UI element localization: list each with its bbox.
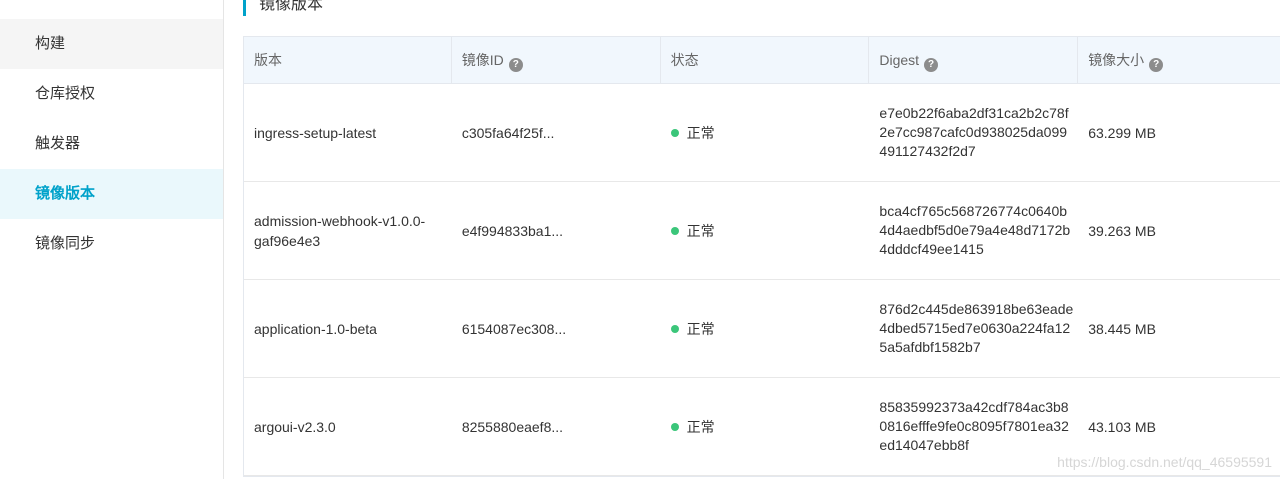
cell-version: ingress-setup-latest [254, 124, 377, 141]
table-row: application-1.0-beta 6154087ec308... 正常 … [244, 280, 1280, 378]
cell-size: 38.445 MB [1088, 320, 1156, 337]
table-row: admission-webhook-v1.0.0-gaf96e4e3 e4f99… [244, 182, 1280, 280]
cell-status: 正常 [661, 280, 870, 377]
status-ok-icon [670, 128, 679, 137]
sidebar: 构建 仓库授权 触发器 镜像版本 镜像同步 [0, 0, 224, 479]
column-header-status: 状态 [661, 37, 870, 83]
cell-image-id: 8255880eaef8... [461, 418, 564, 435]
sidebar-item-label: 镜像版本 [35, 185, 96, 202]
cell-version: admission-webhook-v1.0.0-gaf96e4e3 [254, 212, 426, 249]
sidebar-item-label: 镜像同步 [35, 235, 96, 252]
help-icon[interactable]: ? [924, 58, 939, 72]
cell-size: 39.263 MB [1088, 222, 1156, 239]
status-ok-icon [670, 422, 679, 431]
sidebar-item-image-versions[interactable]: 镜像版本 [0, 169, 223, 219]
help-icon[interactable]: ? [1149, 58, 1164, 72]
cell-digest: 876d2c445de863918be63eade4dbed5715ed7e06… [879, 301, 1074, 355]
column-header-image-id: 镜像ID? [452, 37, 661, 83]
cell-status: 正常 [661, 84, 870, 181]
watermark-text: https://blog.csdn.net/qq_46595591 [1057, 454, 1272, 470]
sidebar-item-label: 仓库授权 [35, 85, 96, 102]
table-header: 版本 镜像ID? 状态 Digest? 镜像大小? [244, 37, 1280, 84]
cell-image-id: e4f994833ba1... [461, 222, 564, 239]
cell-version: application-1.0-beta [254, 320, 377, 337]
column-header-size: 镜像大小? [1078, 37, 1280, 83]
cell-status: 正常 [661, 182, 870, 279]
cell-digest: bca4cf765c568726774c0640b4d4aedbf5d0e79a… [879, 203, 1071, 257]
sidebar-item-triggers[interactable]: 触发器 [0, 119, 223, 169]
cell-status: 正常 [661, 378, 870, 475]
help-icon[interactable]: ? [508, 58, 523, 72]
sidebar-item-label: 构建 [35, 35, 66, 52]
main-content: 镜像版本 版本 镜像ID? 状态 Digest? 镜像大小? ingress-s… [224, 0, 1280, 479]
column-header-digest: Digest? [869, 37, 1079, 83]
cell-digest: e7e0b22f6aba2df31ca2b2c78f2e7cc987cafc0d… [879, 105, 1069, 159]
image-versions-table: 版本 镜像ID? 状态 Digest? 镜像大小? ingress-setup-… [243, 36, 1280, 477]
sidebar-item-repo-auth[interactable]: 仓库授权 [0, 69, 223, 119]
sidebar-item-build[interactable]: 构建 [0, 19, 223, 69]
status-ok-icon [670, 226, 679, 235]
table-row: ingress-setup-latest c305fa64f25f... 正常 … [244, 84, 1280, 182]
column-header-version: 版本 [244, 37, 452, 83]
sidebar-item-partial[interactable] [0, 0, 223, 19]
status-ok-icon [670, 324, 679, 333]
sidebar-item-image-sync[interactable]: 镜像同步 [0, 219, 223, 269]
cell-image-id: 6154087ec308... [461, 320, 567, 337]
cell-version: argoui-v2.3.0 [254, 418, 336, 435]
sidebar-item-label: 触发器 [35, 135, 81, 152]
section-title: 镜像版本 [243, 0, 323, 16]
cell-digest: 85835992373a42cdf784ac3b80816efffe9fe0c8… [879, 399, 1069, 453]
cell-image-id: c305fa64f25f... [461, 124, 555, 141]
cell-size: 63.299 MB [1088, 124, 1156, 141]
